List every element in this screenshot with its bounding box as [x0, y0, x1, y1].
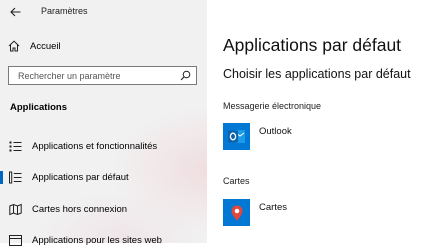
home-icon — [8, 40, 20, 52]
sidebar: Paramètres Accueil Applications Applicat… — [0, 0, 207, 246]
sidebar-item-label: Applications pour les sites web — [32, 234, 162, 246]
app-tile — [223, 123, 250, 150]
back-button[interactable] — [6, 4, 24, 20]
search-icon[interactable] — [180, 70, 191, 81]
selection-indicator — [0, 203, 3, 216]
search-box[interactable] — [8, 66, 197, 85]
selection-indicator — [0, 171, 3, 184]
category-label-email: Messagerie électronique — [223, 101, 322, 111]
app-name: Cartes — [259, 202, 287, 213]
search-input[interactable] — [18, 70, 180, 81]
category-label-maps: Cartes — [223, 176, 250, 186]
default-app-maps[interactable]: Cartes — [223, 199, 287, 226]
apps-list-icon — [9, 141, 22, 151]
sidebar-item-label: Applications et fonctionnalités — [32, 140, 158, 152]
section-heading: Applications — [10, 102, 68, 113]
default-app-email[interactable]: Outlook — [223, 123, 292, 150]
back-arrow-icon — [9, 7, 20, 17]
offline-maps-icon — [9, 203, 22, 215]
outlook-icon — [228, 130, 245, 143]
web-apps-icon — [9, 234, 22, 246]
sidebar-item-offline-maps[interactable]: Cartes hors connexion — [0, 199, 207, 219]
sidebar-item-apps-features[interactable]: Applications et fonctionnalités — [0, 136, 207, 156]
selection-indicator — [0, 234, 3, 247]
sidebar-item-label: Cartes hors connexion — [32, 203, 128, 215]
app-name: Outlook — [259, 126, 292, 137]
nav-home-label: Accueil — [30, 40, 61, 52]
sidebar-item-label: Applications par défaut — [32, 171, 129, 183]
main-content: Applications par défaut Choisir les appl… — [207, 0, 440, 243]
page-title: Applications par défaut — [223, 35, 402, 55]
page-subtitle: Choisir les applications par défaut — [223, 67, 411, 81]
nav-home[interactable]: Accueil — [7, 39, 61, 53]
default-apps-icon — [9, 171, 22, 183]
maps-icon — [231, 205, 242, 220]
selection-indicator — [0, 140, 3, 153]
app-tile — [223, 199, 250, 226]
sidebar-item-web-apps[interactable]: Applications pour les sites web — [0, 230, 207, 250]
sidebar-item-default-apps[interactable]: Applications par défaut — [0, 167, 207, 187]
window-title: Paramètres — [41, 6, 88, 16]
